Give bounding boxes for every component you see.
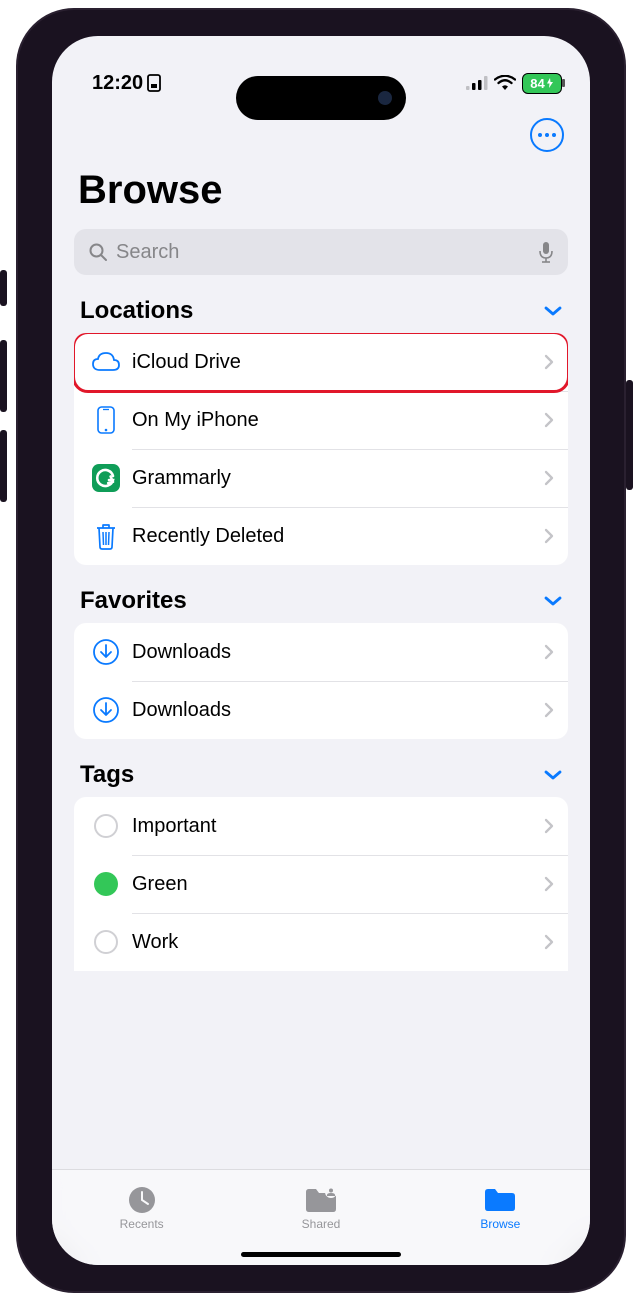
search-placeholder: Search (116, 241, 538, 264)
location-grammarly[interactable]: Grammarly (74, 449, 568, 507)
tab-recents[interactable]: Recents (52, 1170, 231, 1245)
locations-header[interactable]: Locations (74, 297, 568, 333)
iphone-icon (88, 406, 124, 434)
favorites-section: Favorites Downloads (52, 587, 590, 739)
favorite-downloads[interactable]: Downloads (74, 681, 568, 739)
chevron-right-icon (544, 702, 554, 718)
camera-dot (378, 91, 392, 105)
tag-green[interactable]: Green (74, 855, 568, 913)
volume-down-button (0, 430, 7, 502)
dictate-icon[interactable] (538, 241, 554, 263)
side-button (0, 270, 7, 306)
chevron-right-icon (544, 470, 554, 486)
chevron-down-icon (544, 595, 562, 607)
location-icloud-drive[interactable]: iCloud Drive (74, 333, 568, 391)
power-button (626, 380, 633, 490)
grammarly-icon (88, 464, 124, 492)
favorite-downloads[interactable]: Downloads (74, 623, 568, 681)
location-recently-deleted[interactable]: Recently Deleted (74, 507, 568, 565)
tag-dot-icon (88, 872, 124, 896)
tags-title: Tags (80, 761, 134, 789)
volume-up-button (0, 340, 7, 412)
page-title: Browse (52, 152, 590, 223)
row-label: Green (132, 873, 544, 896)
row-label: On My iPhone (132, 409, 544, 432)
cloud-icon (88, 351, 124, 373)
tab-shared[interactable]: Shared (231, 1170, 410, 1245)
home-indicator[interactable] (241, 1252, 401, 1257)
chevron-right-icon (544, 818, 554, 834)
tags-card: Important Green Work (74, 797, 568, 971)
row-label: Downloads (132, 699, 544, 722)
chevron-right-icon (544, 934, 554, 950)
locations-card: iCloud Drive On My iPhone (74, 333, 568, 565)
trash-icon (88, 522, 124, 550)
download-icon (88, 638, 124, 666)
more-button[interactable] (530, 118, 564, 152)
search-icon (88, 242, 108, 262)
tags-header[interactable]: Tags (74, 761, 568, 797)
sim-icon (147, 74, 161, 92)
wifi-icon (494, 75, 516, 91)
battery-indicator: 84 (522, 73, 562, 94)
chevron-right-icon (544, 876, 554, 892)
chevron-right-icon (544, 644, 554, 660)
tab-label: Recents (120, 1217, 164, 1231)
phone-frame: 12:20 84 (18, 10, 624, 1291)
location-on-my-iphone[interactable]: On My iPhone (74, 391, 568, 449)
row-label: Grammarly (132, 467, 544, 490)
shared-folder-icon (304, 1185, 338, 1215)
tab-label: Shared (302, 1217, 341, 1231)
favorites-card: Downloads Downloads (74, 623, 568, 739)
ellipsis-icon (538, 133, 556, 137)
tag-dot-icon (88, 930, 124, 954)
search-input[interactable]: Search (74, 229, 568, 275)
row-label: Downloads (132, 641, 544, 664)
row-label: Important (132, 815, 544, 838)
tag-dot-icon (88, 814, 124, 838)
dynamic-island (236, 76, 406, 120)
chevron-right-icon (544, 354, 554, 370)
tags-section: Tags Important Green (52, 761, 590, 971)
chevron-right-icon (544, 412, 554, 428)
tab-label: Browse (480, 1217, 520, 1231)
folder-icon (483, 1185, 517, 1215)
status-time: 12:20 (92, 72, 143, 95)
cell-signal-icon (466, 76, 488, 90)
locations-title: Locations (80, 297, 193, 325)
chevron-right-icon (544, 528, 554, 544)
download-icon (88, 696, 124, 724)
chevron-down-icon (544, 769, 562, 781)
screen: 12:20 84 (52, 36, 590, 1265)
chevron-down-icon (544, 305, 562, 317)
row-label: Recently Deleted (132, 525, 544, 548)
tag-important[interactable]: Important (74, 797, 568, 855)
tab-bar: Recents Shared Browse (52, 1169, 590, 1265)
row-label: Work (132, 931, 544, 954)
favorites-title: Favorites (80, 587, 187, 615)
tab-browse[interactable]: Browse (411, 1170, 590, 1245)
tag-work[interactable]: Work (74, 913, 568, 971)
row-label: iCloud Drive (132, 351, 544, 374)
clock-icon (127, 1185, 157, 1215)
favorites-header[interactable]: Favorites (74, 587, 568, 623)
locations-section: Locations iCloud Drive (52, 297, 590, 565)
